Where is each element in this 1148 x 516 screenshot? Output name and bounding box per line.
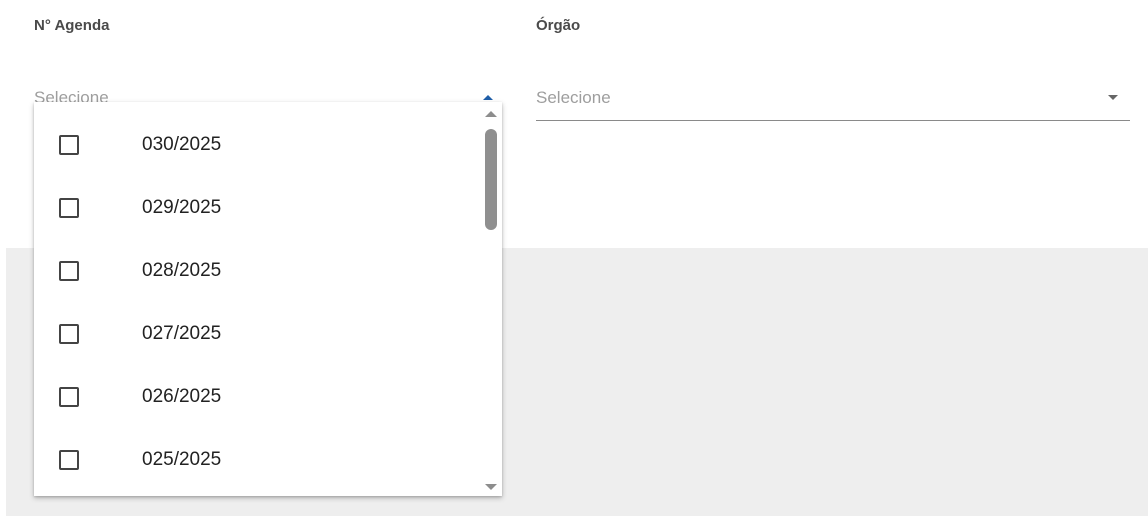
- checkbox[interactable]: [59, 135, 79, 155]
- page: N° Agenda Selecione Órgão Selecione 030/…: [0, 0, 1148, 516]
- checkbox[interactable]: [59, 450, 79, 470]
- scroll-down-arrow-icon[interactable]: [485, 484, 497, 490]
- chevron-down-icon: [1108, 95, 1118, 100]
- checkbox[interactable]: [59, 261, 79, 281]
- scrollbar-thumb[interactable]: [485, 129, 497, 230]
- dropdown-option[interactable]: 029/2025: [34, 175, 482, 238]
- dropdown-option[interactable]: 025/2025: [34, 427, 482, 490]
- dropdown-option[interactable]: 028/2025: [34, 238, 482, 301]
- chevron-up-icon: [483, 95, 493, 100]
- checkbox[interactable]: [59, 198, 79, 218]
- option-label: 025/2025: [142, 449, 222, 470]
- orgao-label: Órgão: [536, 17, 581, 34]
- dropdown-option[interactable]: 030/2025: [34, 112, 482, 175]
- orgao-select[interactable]: Selecione: [536, 75, 1130, 121]
- checkbox[interactable]: [59, 387, 79, 407]
- option-label: 026/2025: [142, 386, 222, 407]
- option-label: 028/2025: [142, 260, 222, 281]
- option-label: 030/2025: [142, 134, 222, 155]
- agenda-label: N° Agenda: [34, 17, 110, 34]
- option-label: 029/2025: [142, 197, 222, 218]
- option-label: 027/2025: [142, 323, 222, 344]
- orgao-select-placeholder: Selecione: [536, 88, 611, 107]
- checkbox[interactable]: [59, 324, 79, 344]
- dropdown-option[interactable]: 026/2025: [34, 364, 482, 427]
- dropdown-option[interactable]: 027/2025: [34, 301, 482, 364]
- dropdown-scrollbar[interactable]: [480, 102, 502, 496]
- orgao-select-underline: [536, 120, 1130, 121]
- agenda-dropdown: 030/2025 029/2025 028/2025 027/2025 026/…: [34, 102, 502, 496]
- scroll-up-arrow-icon[interactable]: [485, 111, 497, 117]
